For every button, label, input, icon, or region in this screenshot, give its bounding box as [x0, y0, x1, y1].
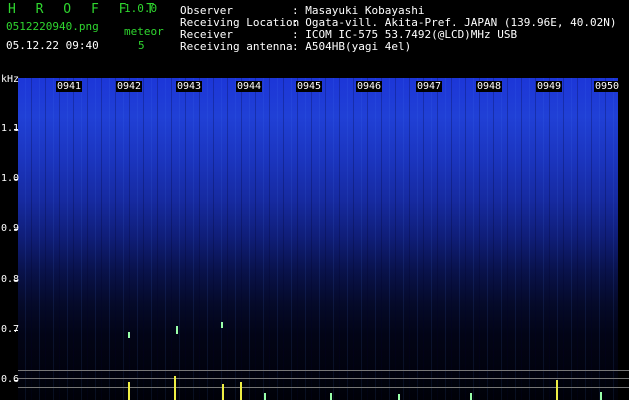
meteor-trace — [174, 376, 176, 400]
header-panel: H R O F F T 1.0.0 0512220940.png meteor … — [0, 0, 629, 72]
meteor-trace — [128, 382, 130, 400]
y-tick — [14, 229, 18, 230]
file-name: 0512220940.png — [6, 20, 99, 33]
y-tick — [14, 280, 18, 281]
time-label: 0946 — [356, 81, 383, 92]
info-key: Receiving Location — [180, 16, 300, 29]
signal-blip — [600, 392, 602, 400]
time-label: 0942 — [116, 81, 143, 92]
reference-line — [18, 387, 629, 388]
y-axis-unit: kHz — [1, 74, 20, 85]
signal-blip — [398, 394, 400, 400]
signal-blip — [176, 326, 178, 334]
signal-blip — [221, 322, 223, 328]
signal-blip — [264, 393, 266, 400]
y-tick — [14, 330, 18, 331]
spectrogram-image — [18, 78, 618, 400]
meteor-trace — [240, 382, 242, 400]
time-label: 0949 — [536, 81, 563, 92]
meteor-trace — [222, 384, 224, 400]
info-key: Observer — [180, 4, 233, 17]
reference-line — [18, 378, 629, 379]
time-label: 0947 — [416, 81, 443, 92]
meteor-trace — [556, 380, 558, 400]
app-version: 1.0.0 — [124, 2, 158, 15]
y-tick — [14, 380, 18, 381]
info-value: : Masayuki Kobayashi — [292, 4, 425, 17]
signal-blip — [330, 393, 332, 400]
signal-blip — [128, 332, 130, 338]
info-key: Receiver — [180, 28, 233, 41]
signal-blip — [470, 393, 472, 400]
y-tick — [14, 129, 18, 130]
timestamp: 05.12.22 09:40 — [6, 39, 99, 52]
info-value: : ICOM IC-575 53.7492(@LCD)MHz USB — [292, 28, 518, 41]
time-label: 0943 — [176, 81, 203, 92]
time-label: 0944 — [236, 81, 263, 92]
reference-line — [18, 370, 629, 371]
y-tick — [14, 179, 18, 180]
info-value: : A504HB(yagi 4el) — [292, 40, 412, 53]
time-label: 0941 — [56, 81, 83, 92]
info-key: Receiving antenna — [180, 40, 293, 53]
time-label: 0948 — [476, 81, 503, 92]
info-value: : Ogata-vill. Akita-Pref. JAPAN (139.96E… — [292, 16, 617, 29]
time-label: 0945 — [296, 81, 323, 92]
meteor-count: 5 — [138, 39, 145, 52]
time-label: 0950 — [594, 81, 621, 92]
meteor-label: meteor — [124, 25, 164, 38]
